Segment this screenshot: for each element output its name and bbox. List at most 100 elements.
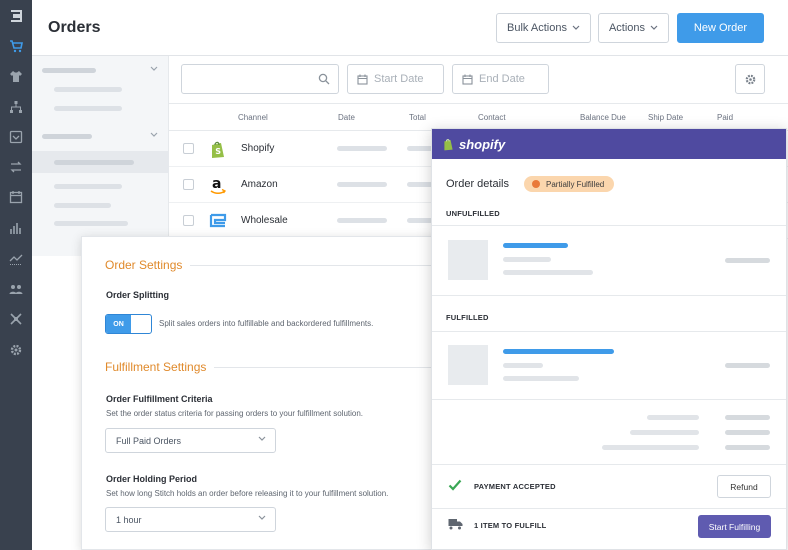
filter-sidebar	[32, 56, 169, 256]
order-splitting-description: Split sales orders into fulfillable and …	[159, 319, 374, 328]
chevron-down-icon[interactable]	[150, 132, 158, 138]
fulfillment-settings-title: Fulfillment Settings	[105, 360, 215, 374]
table-settings-button[interactable]	[735, 64, 765, 94]
chevron-down-icon	[572, 25, 580, 30]
hierarchy-icon[interactable]	[9, 100, 23, 114]
summary-value-placeholder	[725, 415, 770, 420]
end-date-field[interactable]: End Date	[452, 64, 549, 94]
row-checkbox[interactable]	[183, 179, 194, 190]
summary-label-placeholder	[630, 430, 699, 435]
start-fulfilling-button[interactable]: Start Fulfilling	[698, 515, 771, 538]
orders-table-header: Channel Date Total Contact Balance Due S…	[169, 104, 788, 131]
chevron-down-icon	[258, 515, 266, 520]
status-dot	[532, 180, 540, 188]
filter-placeholder	[54, 221, 128, 226]
truck-icon	[448, 519, 463, 530]
summary-value-placeholder	[725, 445, 770, 450]
chevron-down-icon[interactable]	[150, 66, 158, 72]
shopify-logo-icon: S	[208, 139, 228, 159]
filter-placeholder	[42, 134, 92, 139]
column-header[interactable]: Contact	[478, 113, 506, 122]
inbox-icon[interactable]	[9, 130, 23, 144]
actions-button[interactable]: Actions	[598, 13, 669, 43]
users-icon[interactable]	[9, 282, 23, 296]
start-date-field[interactable]: Start Date	[347, 64, 444, 94]
column-header[interactable]: Total	[409, 113, 426, 122]
calendar-icon	[462, 74, 473, 85]
text-placeholder	[503, 376, 579, 381]
bulk-actions-label: Bulk Actions	[507, 22, 567, 34]
search-bar: Start Date End Date	[169, 56, 788, 104]
payment-accepted-label: PAYMENT ACCEPTED	[474, 482, 556, 491]
divider	[432, 508, 786, 509]
holding-period-select[interactable]: 1 hour	[105, 507, 276, 532]
status-badge-label: Partially Fulfilled	[546, 179, 605, 189]
divider	[432, 399, 786, 400]
bulk-actions-button[interactable]: Bulk Actions	[496, 13, 591, 43]
cell-placeholder	[337, 182, 387, 187]
filter-placeholder	[42, 68, 96, 73]
fulfillment-criteria-help: Set the order status criteria for passin…	[106, 409, 364, 418]
channel-name: Wholesale	[241, 215, 288, 226]
column-header[interactable]: Paid	[717, 113, 733, 122]
divider	[432, 295, 786, 296]
divider	[432, 331, 786, 332]
end-date-placeholder: End Date	[479, 73, 525, 85]
shopify-bag-icon	[444, 138, 453, 150]
column-header[interactable]: Ship Date	[648, 113, 683, 122]
text-placeholder	[503, 257, 551, 262]
gear-icon	[745, 74, 755, 84]
refund-button[interactable]: Refund	[717, 475, 771, 498]
wholesale-logo-icon	[208, 211, 228, 231]
calendar-icon[interactable]	[9, 190, 23, 204]
unfulfilled-label: UNFULFILLED	[446, 209, 500, 218]
order-details-title: Order details	[446, 178, 509, 190]
summary-label-placeholder	[602, 445, 699, 450]
product-image-placeholder	[448, 240, 488, 280]
amazon-logo-icon: a	[208, 175, 228, 195]
shopify-header: shopify	[432, 129, 786, 159]
filter-placeholder	[54, 160, 134, 165]
puzzle-icon[interactable]	[9, 312, 23, 326]
column-header[interactable]: Channel	[238, 113, 268, 122]
new-order-button[interactable]: New Order	[677, 13, 764, 43]
column-header[interactable]: Balance Due	[580, 113, 626, 122]
items-to-fulfill-label: 1 ITEM TO FULFILL	[474, 521, 547, 530]
shopify-order-panel: shopify Order details Partially Fulfille…	[431, 128, 787, 550]
cart-icon[interactable]	[9, 39, 23, 53]
order-settings-title: Order Settings	[105, 258, 191, 272]
settings-icon[interactable]	[9, 343, 23, 357]
text-placeholder	[503, 270, 593, 275]
row-checkbox[interactable]	[183, 215, 194, 226]
product-title-placeholder	[503, 243, 568, 248]
filter-placeholder	[54, 203, 111, 208]
filter-placeholder	[54, 106, 122, 111]
row-checkbox[interactable]	[183, 143, 194, 154]
stitch-logo-icon[interactable]	[9, 9, 23, 23]
order-splitting-toggle[interactable]: ON	[105, 314, 152, 334]
nav-rail	[0, 0, 32, 550]
order-settings-panel: Order Settings Order Splitting ON Split …	[81, 236, 441, 550]
channel-name: Shopify	[241, 143, 275, 154]
price-placeholder	[725, 363, 770, 368]
cell-placeholder	[337, 218, 387, 223]
toggle-knob	[133, 317, 149, 331]
actions-label: Actions	[608, 22, 646, 34]
holding-period-label: Order Holding Period	[106, 474, 198, 484]
filter-placeholder	[54, 184, 122, 189]
check-icon	[448, 479, 462, 491]
channel-name: Amazon	[241, 179, 278, 190]
fulfillment-criteria-select[interactable]: Full Paid Orders	[105, 428, 276, 453]
bar-chart-icon[interactable]	[9, 221, 23, 235]
column-header[interactable]: Date	[338, 113, 355, 122]
product-image-placeholder	[448, 345, 488, 385]
tshirt-icon[interactable]	[9, 69, 23, 83]
cell-placeholder	[337, 146, 387, 151]
search-input[interactable]	[181, 64, 339, 94]
chevron-down-icon	[258, 436, 266, 441]
chevron-down-icon	[650, 25, 658, 30]
top-bar: Orders Bulk Actions Actions New Order	[32, 0, 788, 56]
summary-value-placeholder	[725, 430, 770, 435]
transfer-icon[interactable]	[9, 160, 23, 174]
trend-icon[interactable]	[9, 252, 23, 266]
